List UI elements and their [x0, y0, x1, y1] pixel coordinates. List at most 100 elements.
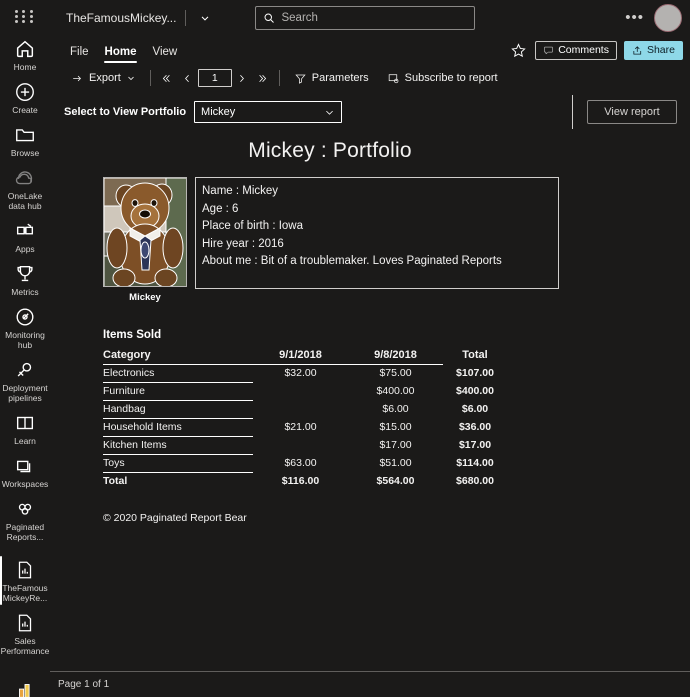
sidebar-item-home[interactable]: Home — [0, 33, 50, 76]
cell-total: $107.00 — [456, 367, 494, 379]
trophy-icon — [14, 263, 36, 285]
sidebar-item-metrics[interactable]: Metrics — [0, 258, 50, 301]
table-header-row: Category 9/1/2018 9/8/2018 Total — [103, 347, 507, 365]
ribbon-actions: Comments Share — [508, 40, 690, 63]
cell-date-1: $32.00 — [284, 367, 317, 380]
search-box[interactable]: Search — [255, 6, 476, 30]
sidebar-item-workspaces[interactable]: Workspaces — [0, 450, 50, 493]
parameter-bar: Select to View Portfolio Mickey View rep… — [50, 93, 690, 131]
table-body: Electronics $32.00 $75.00 $107.00 Furnit… — [103, 364, 507, 491]
bio-line-place-of-birth: Place of birth : Iowa — [202, 220, 303, 232]
bio-line-hire-year: Hire year : 2016 — [202, 237, 284, 250]
ribbon-tabs: File Home View Comments Share — [50, 36, 690, 63]
parameters-label: Parameters — [311, 72, 369, 84]
sidebar-item-learn[interactable]: Learn — [0, 407, 50, 450]
column-header-total: Total — [462, 349, 488, 362]
sidebar-item-create[interactable]: Create — [0, 76, 50, 119]
cell-date-2: $75.00 — [379, 367, 412, 380]
favorite-button[interactable] — [508, 40, 528, 60]
teddy-bear-photo — [103, 177, 187, 287]
app-title: TheFamousMickey... — [66, 11, 177, 25]
cell-date-2: $400.00 — [376, 385, 415, 397]
sidebar-label-workspaces: Workspaces — [1, 479, 49, 489]
photo-caption: Mickey — [129, 292, 161, 303]
first-page-button[interactable] — [158, 68, 178, 88]
next-page-button[interactable] — [232, 68, 252, 88]
export-arrow-icon — [73, 75, 82, 81]
sidebar-item-power-bi[interactable]: Power BI — [0, 674, 50, 697]
report-file-icon — [14, 612, 36, 634]
table-header: Category 9/1/2018 9/8/2018 Total — [103, 347, 507, 365]
table-row: Kitchen Items $17.00 $17.00 — [103, 436, 507, 455]
photo-block: Mickey — [103, 177, 187, 303]
table-row: Household Items $21.00 $15.00 $36.00 — [103, 418, 507, 437]
view-report-button[interactable]: View report — [587, 100, 677, 124]
sidebar-item-thefamous-mickey-report[interactable]: TheFamous MickeyRe... — [0, 554, 50, 607]
cell-total: $6.00 — [461, 403, 489, 415]
avatar[interactable] — [654, 4, 682, 32]
next-page-icon — [240, 74, 245, 82]
portfolio-select[interactable]: Mickey — [194, 101, 343, 123]
sidebar-label-deployment-pipelines: Deployment pipelines — [2, 383, 48, 403]
page-number-input[interactable]: 1 — [197, 69, 232, 87]
previous-page-button[interactable] — [178, 68, 198, 88]
bio-line-about-me: About me : Bit of a troublemaker. Loves … — [202, 255, 502, 267]
tab-file[interactable]: File — [62, 46, 97, 63]
export-button[interactable]: Export — [64, 67, 143, 89]
comments-button[interactable]: Comments — [535, 40, 617, 60]
sidebar-label-paginated-reports: Paginated Reports... — [5, 522, 45, 542]
cell-total: $400.00 — [456, 385, 494, 397]
sidebar-item-apps[interactable]: Apps — [0, 215, 50, 258]
last-page-button[interactable] — [252, 68, 272, 88]
portfolio-parameter-label: Select to View Portfolio — [64, 106, 187, 118]
cell-total-label: Total — [103, 475, 128, 487]
top-bar-right: ••• — [625, 4, 682, 32]
comment-icon — [544, 46, 553, 54]
profile-section: Mickey Name : Mickey Age : 6 Place of bi… — [103, 177, 690, 303]
paginated-report-body: Mickey : Portfolio Mickey Name: Mickey … — [50, 131, 690, 671]
cell-category: Electronics — [103, 364, 253, 383]
table-row: Handbag $6.00 $6.00 — [103, 400, 507, 419]
sidebar-label-learn: Learn — [14, 436, 36, 446]
more-options-icon[interactable]: ••• — [625, 10, 644, 25]
app-launcher-icon[interactable] — [15, 10, 35, 23]
parameter-bar-right: View report — [572, 95, 677, 129]
subscribe-button[interactable]: Subscribe to report — [380, 67, 505, 89]
cell-date-2: $17.00 — [379, 439, 412, 451]
filter-icon — [295, 74, 306, 84]
cell-total-date-2: $564.00 — [376, 474, 415, 487]
sidebar-item-deployment-pipelines[interactable]: Deployment pipelines — [0, 354, 50, 407]
sidebar-item-paginated-reports[interactable]: Paginated Reports... — [0, 493, 50, 546]
cell-category: Toys — [103, 454, 253, 473]
paginated-report-icon — [14, 498, 36, 520]
share-button[interactable]: Share — [623, 40, 683, 60]
cell-date-2: $6.00 — [382, 403, 409, 415]
cell-date-1 — [253, 401, 348, 419]
chevron-down-icon — [128, 76, 134, 81]
column-header-date-1: 9/1/2018 — [253, 347, 348, 365]
tab-home[interactable]: Home — [97, 46, 145, 63]
top-bar: TheFamousMickey... Search ••• — [50, 0, 690, 36]
tab-view[interactable]: View — [144, 46, 185, 63]
command-bar: Export 1 Parameters Subscribe to report — [50, 63, 690, 93]
portfolio-selected-value: Mickey — [201, 106, 236, 118]
sidebar-item-sales-performance[interactable]: Sales Performance — [0, 607, 50, 660]
sidebar-item-browse[interactable]: Browse — [0, 119, 50, 162]
cell-category: Household Items — [103, 418, 253, 437]
cell-date-1: $21.00 — [284, 421, 317, 433]
sidebar-item-monitoring-hub[interactable]: Monitoring hub — [0, 301, 50, 354]
parameters-button[interactable]: Parameters — [287, 67, 376, 89]
column-header-category: Category — [103, 347, 253, 365]
power-bi-icon — [14, 679, 36, 697]
title-chevron-down-icon[interactable] — [195, 8, 215, 28]
table-total-row: Total $116.00 $564.00 $680.00 — [103, 473, 507, 491]
home-icon — [14, 38, 36, 60]
bio-box: Name : Mickey Age : 6 Place of birth : I… — [195, 177, 559, 289]
subscribe-label: Subscribe to report — [404, 72, 498, 84]
sidebar-item-onelake-data-hub[interactable]: OneLake data hub — [0, 162, 50, 215]
command-divider — [149, 70, 151, 86]
book-icon — [14, 412, 36, 434]
previous-page-icon — [185, 74, 190, 82]
cell-category: Furniture — [103, 382, 253, 401]
report-copyright: © 2020 Paginated Report Bear — [103, 512, 247, 524]
